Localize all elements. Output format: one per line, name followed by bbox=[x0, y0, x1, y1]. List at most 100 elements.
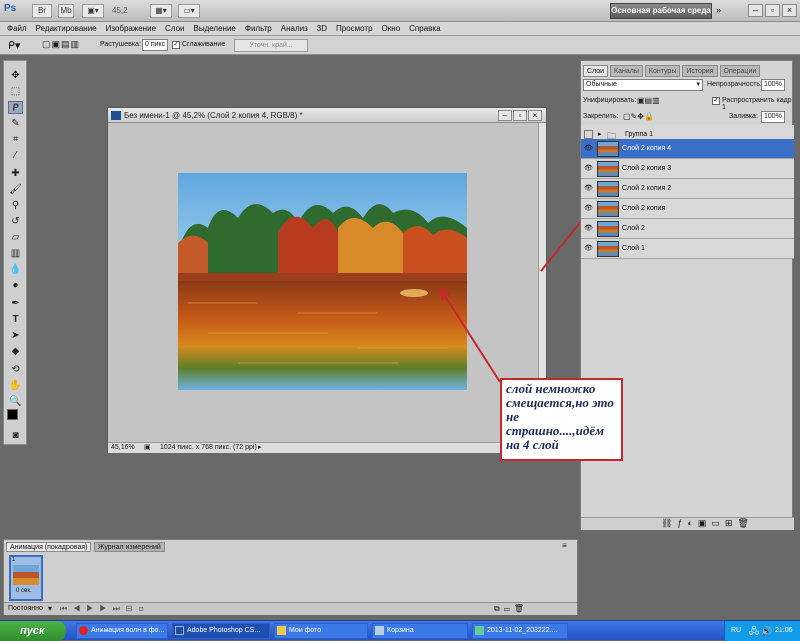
animation-frame-1[interactable]: 1 0 сек. bbox=[9, 555, 43, 601]
eye-icon[interactable]: 👁 bbox=[584, 205, 593, 212]
menu-analysis[interactable]: Анализ bbox=[281, 22, 308, 35]
document-info[interactable]: 1024 пикс. x 768 пикс. (72 ppi) bbox=[160, 444, 257, 451]
eye-icon[interactable]: 👁 bbox=[584, 245, 593, 252]
chevron-down-icon[interactable]: ▾ bbox=[48, 604, 52, 613]
layer-action-icons[interactable]: ⛓ƒ◐▣▭⊞🗑 bbox=[661, 518, 754, 529]
doc-minimize-button[interactable]: – bbox=[498, 110, 512, 121]
foreground-color-swatch[interactable] bbox=[7, 409, 18, 420]
fill-input[interactable]: 100% bbox=[761, 111, 785, 123]
workspace-button[interactable]: Основная рабочая среда bbox=[610, 3, 712, 19]
network-icon[interactable]: 🖧 bbox=[749, 621, 759, 641]
close-button[interactable]: × bbox=[782, 4, 797, 17]
taskbar-item-my-photos[interactable]: Мои фото bbox=[274, 623, 368, 639]
antialias-checkbox[interactable]: ✓ bbox=[172, 41, 180, 49]
workspace-chevron-icon[interactable]: » bbox=[716, 5, 721, 15]
type-tool-icon[interactable]: T bbox=[8, 313, 23, 326]
blur-tool-icon[interactable]: 💧 bbox=[8, 263, 23, 276]
menu-window[interactable]: Окно bbox=[382, 22, 401, 35]
crop-tool-icon[interactable]: ⌗ bbox=[8, 133, 23, 146]
tab-animation[interactable]: Анимация (покадровая) bbox=[6, 542, 92, 552]
tab-measurement-log[interactable]: Журнал измерений bbox=[94, 542, 165, 552]
dodge-tool-icon[interactable]: ● bbox=[8, 279, 23, 292]
pen-tool-icon[interactable]: ✒ bbox=[8, 297, 23, 310]
opacity-input[interactable]: 100% bbox=[761, 79, 785, 91]
clock[interactable]: 21:06 bbox=[775, 621, 793, 641]
refine-edge-button[interactable]: Уточн. край... bbox=[234, 39, 308, 52]
menu-help[interactable]: Справка bbox=[409, 22, 440, 35]
lock-icons[interactable]: ▢✎✥🔒 bbox=[623, 112, 654, 121]
blend-mode-select[interactable]: Обычные ▾ bbox=[583, 79, 703, 91]
layer-row-copy-4[interactable]: 👁 Слой 2 копия 4 bbox=[581, 139, 794, 159]
healing-brush-tool-icon[interactable]: ✚ bbox=[8, 167, 23, 180]
menu-image[interactable]: Изображение bbox=[106, 22, 156, 35]
eye-icon[interactable]: 👁 bbox=[584, 165, 593, 172]
eyedropper-tool-icon[interactable]: ⁄ bbox=[8, 149, 23, 162]
zoom-tool-icon[interactable]: 🔍 bbox=[8, 395, 23, 408]
tab-actions[interactable]: Операции bbox=[719, 65, 761, 77]
feather-input[interactable]: 0 пикс bbox=[142, 39, 168, 51]
shape-tool-icon[interactable]: ◆ bbox=[8, 345, 23, 358]
frame-action-icons[interactable]: ⧉▭🗑 bbox=[494, 604, 528, 614]
propagate-frame-checkbox[interactable]: ✓ bbox=[712, 97, 720, 105]
document-zoom[interactable]: 45,16% bbox=[111, 444, 135, 451]
tab-layers[interactable]: Слои bbox=[583, 65, 609, 77]
clone-stamp-tool-icon[interactable]: ⚲ bbox=[8, 199, 23, 212]
layer-row-layer-1[interactable]: 👁 Слой 1 bbox=[581, 239, 794, 259]
quick-mask-icon[interactable]: ◙ bbox=[8, 429, 23, 442]
minimize-button[interactable]: – bbox=[748, 4, 763, 17]
arrange-documents-button[interactable]: ▦▾ bbox=[150, 4, 172, 18]
unify-icons[interactable]: ▣▤▥ bbox=[637, 96, 660, 105]
taskbar-item-screenshot[interactable]: 2013-11-02_203222.... bbox=[472, 623, 568, 639]
move-tool-icon[interactable]: ✥ bbox=[8, 69, 23, 82]
restore-button[interactable]: ▫ bbox=[765, 4, 780, 17]
taskbar-item-photoshop[interactable]: Adobe Photoshop CS... bbox=[172, 623, 270, 639]
loop-select[interactable]: Постоянно bbox=[8, 605, 43, 612]
tab-paths[interactable]: Контуры bbox=[644, 65, 681, 77]
doc-close-button[interactable]: × bbox=[528, 110, 542, 121]
expand-arrow-icon[interactable]: ▸ bbox=[598, 130, 602, 138]
doc-maximize-button[interactable]: ▫ bbox=[513, 110, 527, 121]
layer-row-layer-2[interactable]: 👁 Слой 2 bbox=[581, 219, 794, 239]
layer-row-copy[interactable]: 👁 Слой 2 копия bbox=[581, 199, 794, 219]
bridge-button[interactable]: Br bbox=[32, 4, 52, 18]
menu-layers[interactable]: Слои bbox=[165, 22, 184, 35]
quick-select-tool-icon[interactable]: ✎ bbox=[8, 117, 23, 130]
gradient-tool-icon[interactable]: ▥ bbox=[8, 247, 23, 260]
layer-row-copy-2[interactable]: 👁 Слой 2 копия 2 bbox=[581, 179, 794, 199]
lasso-tool-icon[interactable]: ᑭ bbox=[8, 101, 23, 114]
brush-tool-icon[interactable]: 🖌 bbox=[8, 183, 23, 196]
document-title-bar[interactable]: Без имени-1 @ 45,2% (Слой 2 копия 4, RGB… bbox=[108, 108, 546, 123]
eye-icon[interactable]: 👁 bbox=[584, 185, 593, 192]
screen-mode-button[interactable]: ▭▾ bbox=[178, 4, 200, 18]
volume-icon[interactable]: 🔊 bbox=[761, 621, 772, 641]
tab-history[interactable]: История bbox=[682, 65, 718, 77]
eye-icon[interactable]: 👁 bbox=[584, 145, 593, 152]
menu-view[interactable]: Просмотр bbox=[336, 22, 373, 35]
layer-row-copy-3[interactable]: 👁 Слой 2 копия 3 bbox=[581, 159, 794, 179]
menu-3d[interactable]: 3D bbox=[317, 22, 327, 35]
visibility-toggle[interactable] bbox=[584, 130, 593, 139]
mini-bridge-button[interactable]: Mb bbox=[58, 4, 74, 18]
tab-channels[interactable]: Каналы bbox=[610, 65, 643, 77]
frame-delay[interactable]: 0 сек. bbox=[16, 588, 32, 594]
selection-mode-icons[interactable]: ▢▣▤▥ bbox=[42, 39, 80, 50]
eye-icon[interactable]: 👁 bbox=[584, 225, 593, 232]
path-selection-tool-icon[interactable]: ➤ bbox=[8, 329, 23, 342]
eraser-tool-icon[interactable]: ▱ bbox=[8, 231, 23, 244]
hand-tool-icon[interactable]: ✋ bbox=[8, 379, 23, 392]
taskbar-item-recycle-bin[interactable]: Корзина bbox=[372, 623, 468, 639]
start-button[interactable]: пуск bbox=[0, 621, 66, 641]
lasso-preset-icon[interactable]: ᑭ▾ bbox=[8, 39, 20, 52]
marquee-tool-icon[interactable]: ⬚ bbox=[8, 85, 23, 98]
menu-file[interactable]: Файл bbox=[7, 22, 27, 35]
zoom-level[interactable]: 45,2 bbox=[112, 6, 128, 15]
language-indicator[interactable]: RU bbox=[731, 621, 741, 641]
playback-controls-icons[interactable]: ⏮◀▶▶⏭⊟⊡ bbox=[60, 604, 150, 614]
taskbar-item-browser[interactable]: Анимация волн в фо... bbox=[76, 623, 168, 639]
history-brush-tool-icon[interactable]: ↺ bbox=[8, 215, 23, 228]
menu-select[interactable]: Выделение bbox=[193, 22, 235, 35]
menu-filter[interactable]: Фильтр bbox=[245, 22, 272, 35]
panel-menu-icon[interactable]: ≡ bbox=[562, 541, 567, 550]
view-extras-button[interactable]: ▣▾ bbox=[82, 4, 104, 18]
menu-edit[interactable]: Редактирование bbox=[36, 22, 97, 35]
